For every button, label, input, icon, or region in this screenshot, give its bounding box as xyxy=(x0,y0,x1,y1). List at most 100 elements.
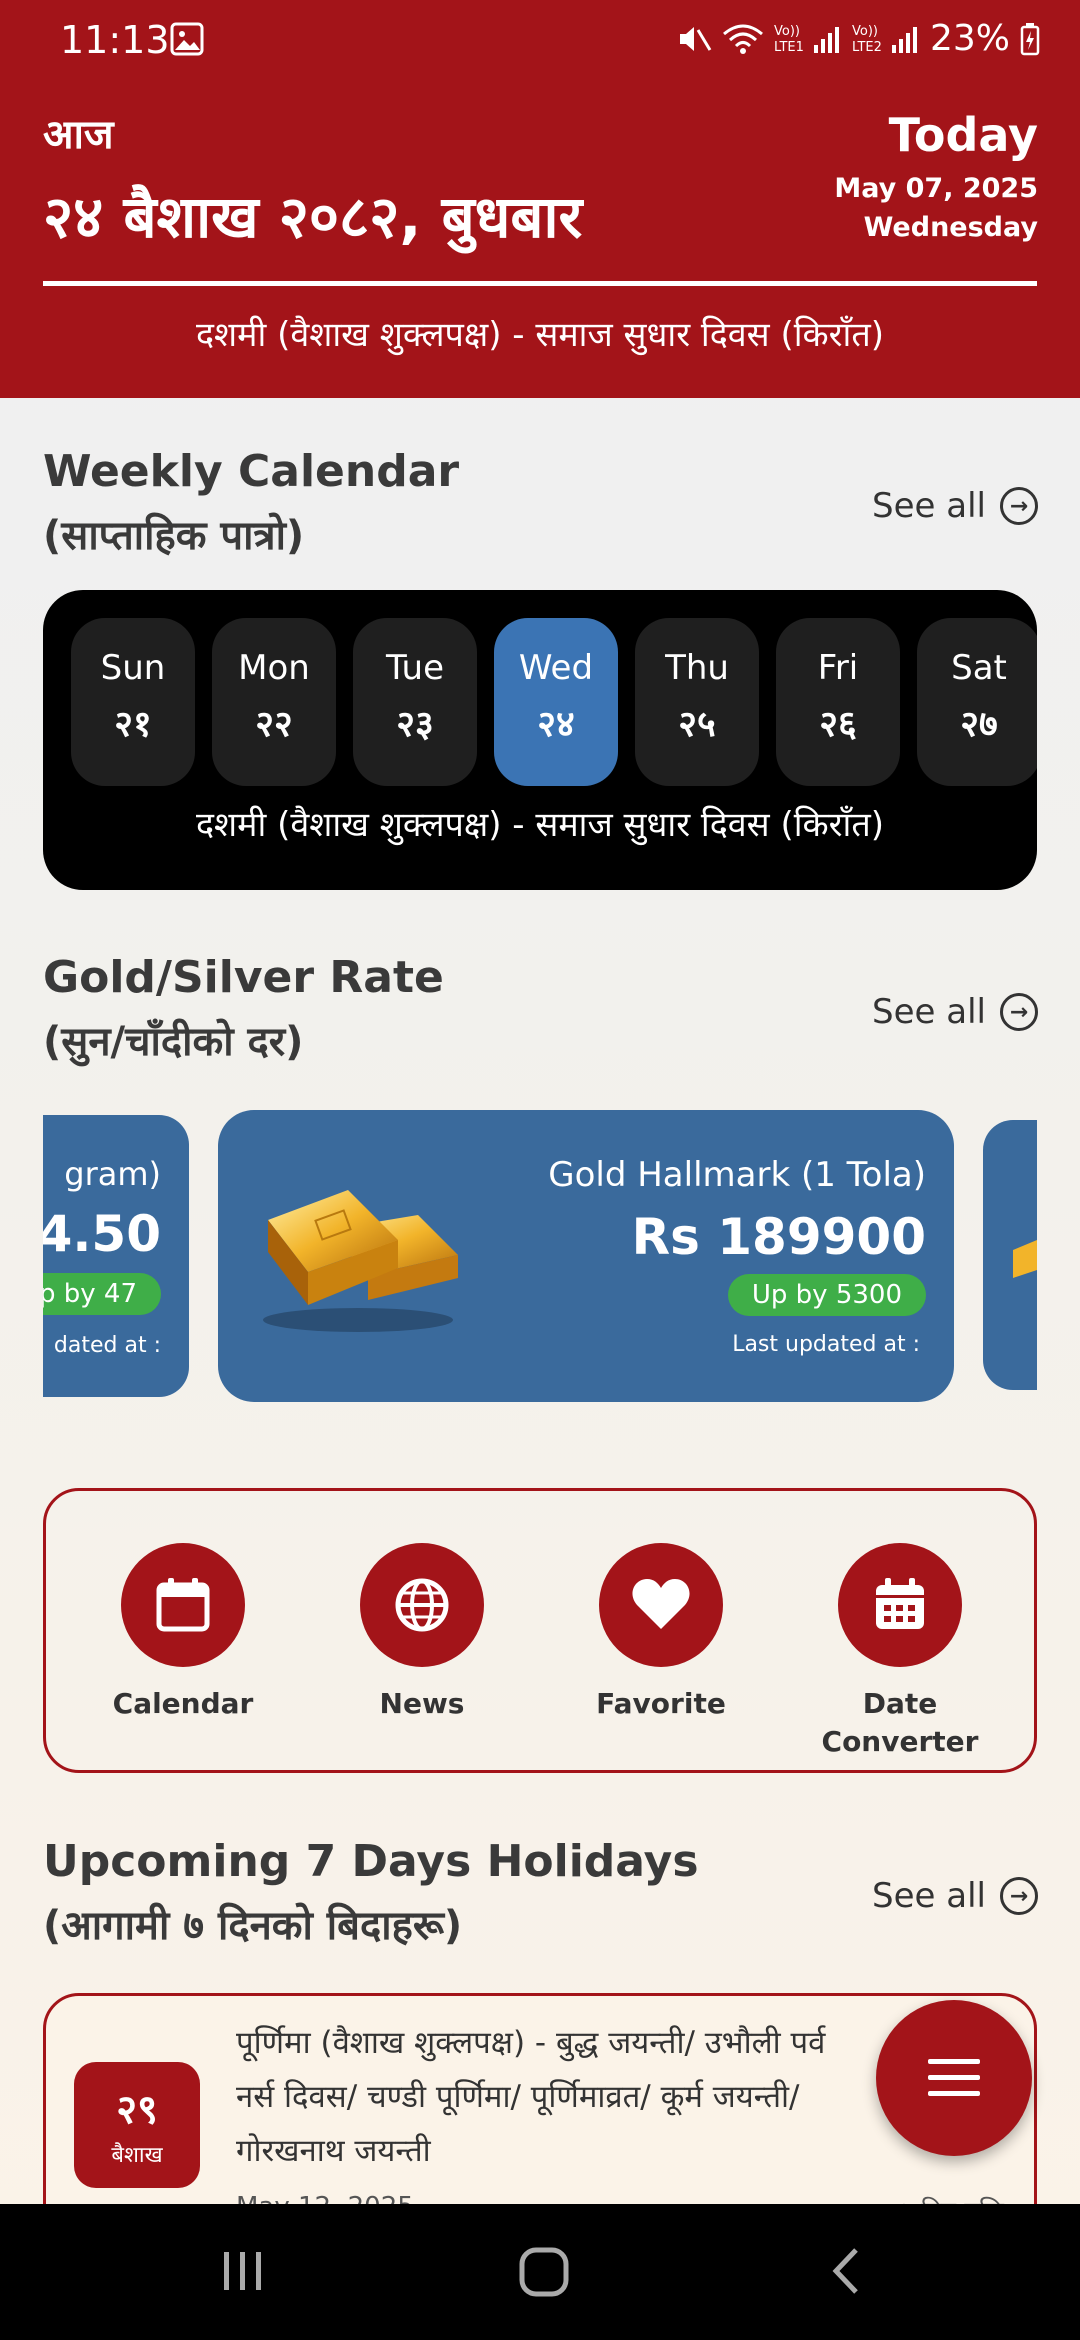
holidays-title-en: Upcoming 7 Days Holidays xyxy=(43,1836,699,1887)
calendar-button[interactable]: Calendar xyxy=(93,1543,273,1723)
news-button[interactable]: News xyxy=(332,1543,512,1723)
day-name: Fri xyxy=(817,648,859,688)
day-name: Sun xyxy=(100,648,166,688)
weekly-calendar-strip[interactable]: Sun २१ Mon २२ Tue २३ Wed २४ Thu २५ Fri २… xyxy=(43,590,1037,890)
rate-card-title: gram) xyxy=(64,1155,161,1193)
date-converter-button[interactable]: Date Converter xyxy=(810,1543,990,1761)
day-number: २५ xyxy=(678,704,716,745)
svg-text:Vo)): Vo)) xyxy=(852,24,878,39)
day-card-fri[interactable]: Fri २६ xyxy=(776,618,900,786)
menu-fab-button[interactable] xyxy=(876,2000,1032,2156)
rate-card-price: 4.50 xyxy=(43,1205,161,1263)
holiday-date-badge: २९ बैशाख xyxy=(74,2062,200,2188)
recent-apps-icon xyxy=(224,2252,261,2290)
next-rate-card-partial[interactable] xyxy=(983,1120,1037,1390)
rate-change-badge: Up by 5300 xyxy=(727,1274,926,1316)
today-en-date: May 07, 2025 xyxy=(834,173,1038,204)
see-all-label: See all xyxy=(872,486,986,526)
today-np-label: आज xyxy=(43,112,114,158)
gold-hallmark-rate-card[interactable]: Gold Hallmark (1 Tola) Rs 189900 Up by 5… xyxy=(218,1110,954,1402)
weekly-title-en: Weekly Calendar xyxy=(43,446,460,497)
status-time: 11:13 xyxy=(60,18,170,62)
rate-updated-label: dated at : xyxy=(53,1333,161,1358)
see-all-label: See all xyxy=(872,992,986,1032)
signal-lte1-icon: Vo)) LTE1 xyxy=(774,21,842,57)
holiday-month: बैशाख xyxy=(111,2143,163,2168)
gold-silver-title: Gold/Silver Rate (सुन/चाँदीको दर) xyxy=(43,946,444,1074)
day-number: २७ xyxy=(960,704,998,745)
gold-title-np: (सुन/चाँदीको दर) xyxy=(43,1019,304,1065)
rate-card-price: Rs 189900 xyxy=(631,1208,926,1266)
holiday-day: २९ xyxy=(116,2087,158,2133)
back-button[interactable] xyxy=(826,2246,866,2300)
quick-action-label: Favorite xyxy=(596,1687,726,1720)
day-card-mon[interactable]: Mon २२ xyxy=(212,618,336,786)
header-divider xyxy=(43,281,1037,286)
day-number: २२ xyxy=(255,704,293,745)
quick-actions-panel: Calendar News Favorite Date Converter xyxy=(43,1488,1037,1773)
holiday-line: नर्स दिवस/ चण्डी पूर्णिमा/ पूर्णिमाव्रत/… xyxy=(236,2079,800,2115)
see-all-label: See all xyxy=(872,1876,986,1916)
weekly-calendar-title: Weekly Calendar (साप्ताहिक पात्रो) xyxy=(43,440,459,568)
arrow-right-icon: → xyxy=(1000,993,1038,1031)
silver-rate-card-partial[interactable]: gram) 4.50 p by 47 dated at : xyxy=(43,1115,189,1397)
globe-icon xyxy=(360,1543,484,1667)
status-bar: 11:13 Vo)) LTE1 Vo)) LTE2 23% xyxy=(0,0,1080,80)
gold-bars-image xyxy=(248,1160,468,1344)
weekly-selected-event: दशमी (वैशाख शुक्लपक्ष) - समाज सुधार दिवस… xyxy=(195,805,885,845)
day-name: Mon xyxy=(238,648,310,688)
day-number: २३ xyxy=(396,704,434,745)
day-number: २६ xyxy=(819,704,857,745)
day-name: Wed xyxy=(518,648,594,688)
home-button[interactable] xyxy=(518,2246,570,2302)
holiday-description: पूर्णिमा (वैशाख शुक्लपक्ष) - बुद्ध जयन्त… xyxy=(236,2016,936,2178)
mute-icon xyxy=(676,22,712,56)
day-card-wed-selected[interactable]: Wed २४ xyxy=(494,618,618,786)
signal-lte2-icon: Vo)) LTE2 xyxy=(852,21,920,57)
day-number: २४ xyxy=(537,704,575,745)
day-card-sat[interactable]: Sat २७ xyxy=(917,618,1037,786)
today-en-day: Wednesday xyxy=(863,212,1038,243)
wifi-icon xyxy=(722,22,764,56)
quick-action-label-line1: Date xyxy=(862,1687,938,1720)
rate-change-badge: p by 47 xyxy=(43,1273,161,1315)
arrow-right-icon: → xyxy=(1000,487,1038,525)
battery-percent: 23% xyxy=(929,18,1010,59)
day-card-thu[interactable]: Thu २५ xyxy=(635,618,759,786)
quick-action-label-line2: Converter xyxy=(821,1725,979,1758)
holidays-title-np: (आगामी ७ दिनको बिदाहरू) xyxy=(43,1903,463,1949)
date-converter-icon xyxy=(838,1543,962,1667)
today-event: दशमी (वैशाख शुक्लपक्ष) - समाज सुधार दिवस… xyxy=(195,315,885,355)
status-icons: Vo)) LTE1 Vo)) LTE2 23% xyxy=(676,18,1040,59)
home-icon xyxy=(519,2247,569,2297)
recent-apps-button[interactable] xyxy=(218,2246,268,2300)
holidays-see-all-button[interactable]: See all → xyxy=(872,1876,1038,1916)
svg-text:LTE1: LTE1 xyxy=(774,40,804,55)
holidays-title: Upcoming 7 Days Holidays (आगामी ७ दिनको … xyxy=(43,1830,699,1958)
arrow-right-icon: → xyxy=(1000,1877,1038,1915)
rate-card-title: Gold Hallmark (1 Tola) xyxy=(548,1155,926,1195)
weekly-see-all-button[interactable]: See all → xyxy=(872,486,1038,526)
favorite-button[interactable]: Favorite xyxy=(571,1543,751,1723)
heart-icon xyxy=(599,1543,723,1667)
today-en-label: Today xyxy=(888,108,1038,162)
day-name: Tue xyxy=(385,648,445,688)
gallery-icon xyxy=(170,22,204,56)
weekly-title-np: (साप्ताहिक पात्रो) xyxy=(43,513,305,559)
battery-charging-icon xyxy=(1020,22,1040,56)
svg-text:LTE2: LTE2 xyxy=(852,40,882,55)
gold-see-all-button[interactable]: See all → xyxy=(872,992,1038,1032)
back-icon xyxy=(832,2248,858,2294)
day-name: Thu xyxy=(665,648,729,688)
day-card-sun[interactable]: Sun २१ xyxy=(71,618,195,786)
today-np-date: २४ बैशाख २०८२, बुधबार xyxy=(43,183,583,251)
holiday-line: गोरखनाथ जयन्ती xyxy=(236,2133,431,2169)
holiday-line: पूर्णिमा (वैशाख शुक्लपक्ष) - बुद्ध जयन्त… xyxy=(236,2025,826,2061)
quick-action-label: Calendar xyxy=(112,1687,254,1720)
quick-action-label: Date Converter xyxy=(810,1685,990,1761)
calendar-icon xyxy=(121,1543,245,1667)
day-number: २१ xyxy=(114,704,152,745)
gold-bar-partial-image xyxy=(1013,1240,1037,1278)
header: 11:13 Vo)) LTE1 Vo)) LTE2 23% आज २४ बैशाख … xyxy=(0,0,1080,398)
day-card-tue[interactable]: Tue २३ xyxy=(353,618,477,786)
